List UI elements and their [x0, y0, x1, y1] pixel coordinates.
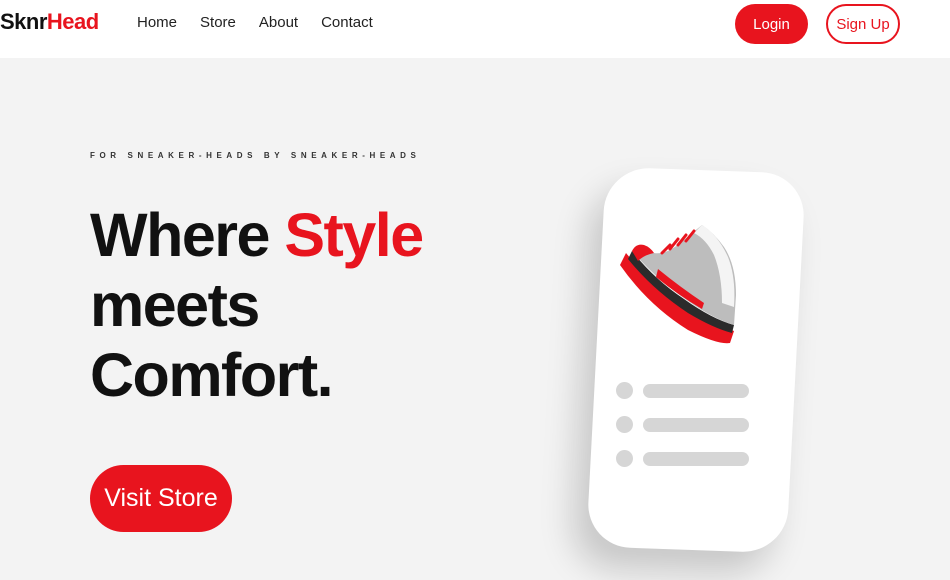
list-item: [616, 416, 749, 433]
headline-line-3: Comfort.: [90, 341, 334, 409]
headline-part1: Where: [90, 201, 285, 269]
sneaker-icon: [620, 225, 736, 344]
hero-eyebrow: FOR SNEAKER-HEADS BY SNEAKER-HEADS: [90, 151, 421, 160]
list-item: [616, 450, 749, 467]
headline-line-1: Where Style: [90, 200, 424, 270]
nav-item-store[interactable]: Store: [200, 14, 236, 31]
nav-item-about[interactable]: About: [259, 14, 298, 31]
brand-logo-part2: Head: [46, 9, 99, 34]
bullet-dot: [616, 382, 633, 399]
login-button[interactable]: Login: [735, 4, 808, 44]
list-item: [616, 382, 749, 399]
nav-item-contact[interactable]: Contact: [321, 14, 373, 31]
placeholder-line: [643, 417, 749, 432]
hero-headline: Where Style meets Comfort.: [90, 200, 424, 410]
product-card-illustration: [586, 166, 808, 560]
headline-line-2: meets: [90, 271, 260, 339]
placeholder-line: [643, 383, 749, 398]
brand-logo[interactable]: SknrHead: [0, 9, 99, 35]
nav-item-home[interactable]: Home: [137, 14, 177, 31]
signup-button[interactable]: Sign Up: [826, 4, 900, 44]
nav-links: Home Store About Contact: [137, 14, 396, 31]
bullet-dot: [616, 450, 633, 467]
headline-accent: Style: [284, 201, 424, 269]
brand-logo-part1: Sknr: [0, 9, 47, 34]
visit-store-button[interactable]: Visit Store: [90, 465, 232, 532]
placeholder-line: [643, 451, 749, 466]
navbar: SknrHead Home Store About Contact Login …: [0, 0, 950, 58]
detail-list-placeholder: [616, 382, 749, 484]
bullet-dot: [616, 416, 633, 433]
